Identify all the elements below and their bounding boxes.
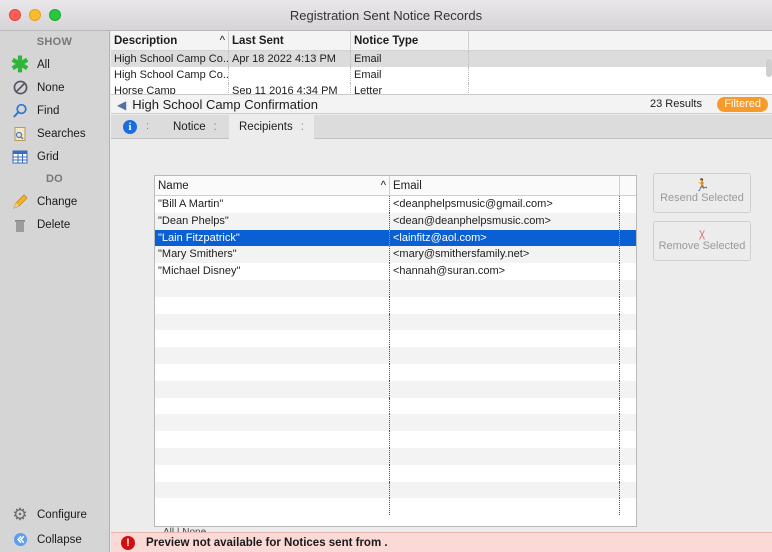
empty-row <box>155 330 636 348</box>
empty-row <box>155 347 636 364</box>
sidebar-item-searches[interactable]: Searches <box>0 122 109 145</box>
column-header-name[interactable]: Name ^ <box>155 176 390 195</box>
sidebar-item-find[interactable]: Find <box>0 99 109 122</box>
sidebar-item-delete[interactable]: Delete <box>0 213 109 236</box>
records-scrollbar[interactable] <box>766 59 772 77</box>
collapse-icon <box>12 532 28 548</box>
recipients-panel: Name ^ Email "Bill A Martin" <deanphelpsm… <box>111 140 772 533</box>
empty-row <box>155 279 636 297</box>
recipient-email: <mary@smithersfamily.net> <box>390 246 620 264</box>
column-header-description[interactable]: Description ^ <box>111 31 229 50</box>
filtered-badge[interactable]: Filtered <box>717 97 768 112</box>
record-title: ◀ High School Camp Confirmation <box>117 97 318 112</box>
sidebar-item-label: Change <box>37 195 78 208</box>
recipient-name: "Michael Disney" <box>155 263 390 280</box>
empty-row <box>155 397 636 415</box>
remove-selected-button[interactable]: χ Remove Selected <box>653 221 751 261</box>
error-icon: ! <box>121 536 135 550</box>
info-icon[interactable]: i <box>123 120 137 134</box>
table-row[interactable]: High School Camp Co... Apr 18 2022 4:13 … <box>111 51 772 67</box>
gear-icon: ⚙ <box>12 504 28 524</box>
trash-icon <box>12 217 28 233</box>
recipient-name: "Mary Smithers" <box>155 246 390 264</box>
sidebar-item-label: Delete <box>37 218 71 231</box>
empty-row <box>155 414 636 432</box>
empty-row <box>155 481 636 499</box>
sidebar-item-grid[interactable]: Grid <box>0 145 109 168</box>
sidebar-item-label: Grid <box>37 150 59 163</box>
sidebar-item-label: Configure <box>37 508 87 521</box>
status-bar: ! Preview not available for Notices sent… <box>111 532 772 552</box>
column-header-email[interactable]: Email <box>390 176 620 195</box>
remove-x-icon: χ <box>698 226 706 240</box>
none-icon <box>12 80 28 96</box>
searches-icon <box>12 126 28 142</box>
notice-icon: ◀ <box>117 97 127 112</box>
table-row[interactable]: High School Camp Co... Email <box>111 67 772 83</box>
recipient-name: "Bill A Martin" <box>155 196 390 213</box>
grid-icon <box>12 149 28 165</box>
sidebar: SHOW ✱ All None Find Searches Grid DO Ch… <box>0 31 110 552</box>
table-row[interactable]: "Michael Disney" <hannah@suran.com> <box>155 263 636 280</box>
recipient-email: <lainfitz@aol.com> <box>390 229 620 247</box>
tab-bar: i : Notice: Recipients: <box>111 115 772 139</box>
recipient-email: <dean@deanphelpsmusic.com> <box>390 212 620 230</box>
sidebar-item-configure[interactable]: ⚙ Configure <box>0 502 110 527</box>
magnifier-icon <box>12 103 28 119</box>
table-row[interactable]: "Mary Smithers" <mary@smithersfamily.net> <box>155 246 636 264</box>
sort-ascending-icon: ^ <box>380 180 386 192</box>
show-section-header: SHOW <box>36 36 73 48</box>
empty-row <box>155 380 636 398</box>
record-detail-bar: ◀ High School Camp Confirmation 23 Resul… <box>111 95 772 114</box>
records-table: Description ^ Last Sent Notice Type High… <box>111 31 772 95</box>
table-row[interactable]: "Bill A Martin" <deanphelpsmusic@gmail.co… <box>155 196 636 213</box>
runner-icon: 🏃 <box>694 178 710 192</box>
sidebar-item-label: Collapse <box>37 533 82 546</box>
recipients-table: Name ^ Email "Bill A Martin" <deanphelpsm… <box>154 175 637 527</box>
recipient-name: "Dean Phelps" <box>155 212 390 230</box>
empty-row <box>155 363 636 381</box>
tab-separator: : <box>146 120 150 132</box>
status-message: Preview not available for Notices sent f… <box>146 537 388 549</box>
empty-row <box>155 296 636 314</box>
pencil-icon <box>12 193 28 210</box>
empty-row <box>155 464 636 482</box>
records-header: Description ^ Last Sent Notice Type <box>111 31 772 51</box>
tab-recipients[interactable]: Recipients: <box>229 115 314 139</box>
tab-notice[interactable]: Notice: <box>163 115 227 139</box>
empty-row <box>155 313 636 331</box>
sidebar-item-label: Find <box>37 104 60 117</box>
column-header-last-sent[interactable]: Last Sent <box>229 31 351 50</box>
sidebar-item-label: All <box>37 58 50 71</box>
sidebar-item-collapse[interactable]: Collapse <box>0 527 110 552</box>
empty-row <box>155 498 636 516</box>
table-row[interactable]: "Lain Fitzpatrick" <lainfitz@aol.com> <box>155 229 636 247</box>
sidebar-item-label: None <box>37 81 65 94</box>
column-header-notice-type[interactable]: Notice Type <box>351 31 469 50</box>
recipient-email: <deanphelpsmusic@gmail.com> <box>390 196 620 213</box>
empty-row <box>155 431 636 448</box>
table-row[interactable]: "Dean Phelps" <dean@deanphelpsmusic.com> <box>155 212 636 230</box>
asterisk-icon: ✱ <box>10 51 30 77</box>
sidebar-item-label: Searches <box>37 127 86 140</box>
recipient-name: "Lain Fitzpatrick" <box>155 229 390 247</box>
sidebar-item-change[interactable]: Change <box>0 190 109 213</box>
recipient-email: <hannah@suran.com> <box>390 263 620 280</box>
resend-selected-button[interactable]: 🏃 Resend Selected <box>653 173 751 213</box>
empty-row <box>155 447 636 465</box>
sidebar-item-none[interactable]: None <box>0 76 109 99</box>
table-row[interactable]: Horse Camp Sep 11 2016 4:34 PM Letter <box>111 83 772 94</box>
do-section-header: DO <box>45 173 64 185</box>
recipients-header: Name ^ Email <box>155 176 636 196</box>
sort-ascending-icon: ^ <box>219 35 225 47</box>
recipients-body: "Bill A Martin" <deanphelpsmusic@gmail.co… <box>155 196 636 516</box>
window-title: Registration Sent Notice Records <box>289 8 483 23</box>
sidebar-item-all[interactable]: ✱ All <box>0 53 109 76</box>
title-bar: Registration Sent Notice Records <box>0 0 772 31</box>
results-count: 23 Results <box>650 98 702 110</box>
